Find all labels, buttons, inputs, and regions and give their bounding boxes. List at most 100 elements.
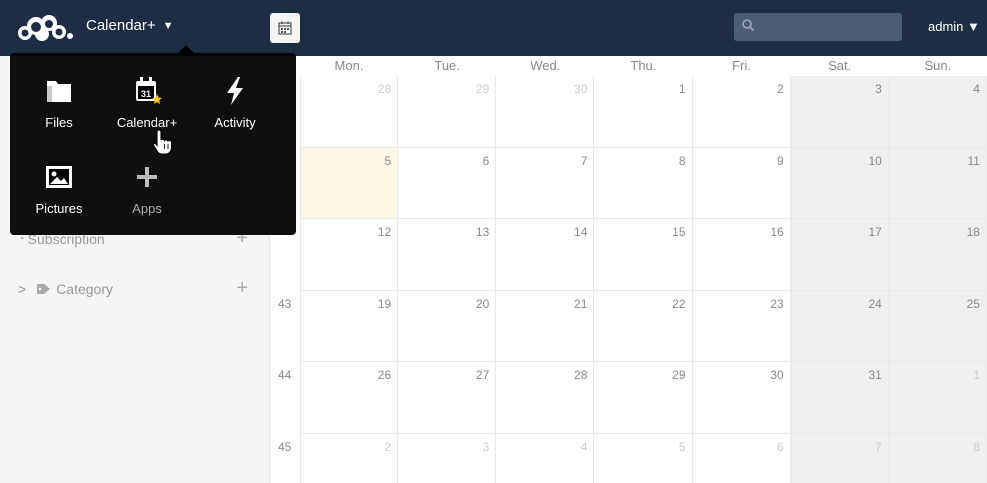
day-cell[interactable]: 5: [300, 147, 399, 220]
week-number: 44: [278, 368, 292, 383]
day-cell[interactable]: 12: [300, 219, 399, 291]
day-cell[interactable]: 2: [300, 434, 399, 483]
day-cell[interactable]: 8: [888, 434, 987, 483]
chevron-right-icon[interactable]: >: [18, 281, 26, 297]
day-number: 4: [580, 440, 588, 454]
day-number: 28: [574, 368, 588, 383]
date-picker-button[interactable]: [270, 13, 300, 43]
day-cell[interactable]: 23: [692, 290, 791, 363]
day-cell[interactable]: 7: [790, 434, 889, 483]
day-cell[interactable]: 6: [693, 434, 791, 483]
day-cell[interactable]: 31: [790, 362, 889, 434]
plus-icon: [137, 167, 157, 187]
day-cell[interactable]: 20: [398, 290, 497, 363]
day-number: 5: [384, 153, 392, 168]
day-number: 11: [967, 153, 980, 168]
day-cell[interactable]: 22: [594, 290, 693, 363]
day-cell[interactable]: 30: [692, 362, 791, 434]
day-cell[interactable]: 3: [398, 434, 497, 483]
day-of-week-header: Mon. Tue. Wed. Thu. Fri. Sat. Sun.: [300, 56, 987, 76]
hand-cursor-icon: [152, 129, 173, 155]
day-cell[interactable]: 14: [496, 219, 595, 291]
day-number: 19: [377, 296, 392, 311]
day-number: 8: [973, 440, 980, 454]
day-number: 16: [770, 225, 784, 240]
sidebar-item-category[interactable]: > Category +: [18, 277, 258, 300]
day-cell[interactable]: 10: [790, 147, 889, 220]
day-cell[interactable]: 29: [594, 362, 693, 434]
day-cell[interactable]: 28: [300, 76, 399, 148]
app-apps[interactable]: Apps: [104, 161, 190, 233]
day-number: 23: [770, 296, 784, 311]
day-number: 17: [868, 225, 882, 240]
day-cell[interactable]: 30: [496, 76, 595, 148]
week-number: 43: [278, 296, 292, 311]
day-number: 20: [475, 296, 490, 311]
day-cell[interactable]: 28: [496, 362, 595, 434]
day-cell[interactable]: 16: [692, 219, 791, 291]
day-cell[interactable]: 5: [594, 434, 693, 483]
app-label: Calendar+: [116, 115, 178, 130]
app-calendar-plus[interactable]: 31 Calendar+: [104, 75, 190, 147]
day-cell[interactable]: 29: [398, 76, 497, 148]
day-number: 8: [678, 153, 686, 168]
day-number: 12: [377, 225, 392, 240]
owncloud-logo[interactable]: [12, 14, 78, 42]
day-cell[interactable]: 7: [496, 147, 595, 220]
day-of-week-label: Tue.: [434, 58, 460, 73]
day-number: 30: [770, 368, 784, 383]
day-cell[interactable]: 1: [888, 362, 987, 434]
menu-pointer: [178, 45, 194, 53]
day-cell[interactable]: 26: [300, 362, 399, 434]
app-label: Apps: [132, 201, 162, 216]
day-number: 2: [776, 82, 784, 96]
app-pictures[interactable]: Pictures: [16, 161, 102, 233]
app-title-label: Calendar+: [86, 17, 156, 34]
svg-text:31: 31: [141, 89, 151, 99]
day-cell[interactable]: 9: [692, 147, 791, 220]
folder-icon: [47, 81, 71, 102]
search-icon: [742, 19, 755, 32]
app-label: Files: [45, 115, 73, 130]
day-cell[interactable]: 4: [888, 76, 987, 148]
day-cell[interactable]: 18: [888, 219, 987, 291]
search-input[interactable]: [734, 13, 902, 41]
day-cell[interactable]: 1: [594, 76, 693, 148]
day-cell[interactable]: 15: [594, 219, 693, 291]
day-cell[interactable]: 17: [790, 219, 889, 291]
day-number: 30: [574, 82, 588, 96]
day-number: 25: [966, 296, 980, 311]
top-header: Calendar+ ▼ admin ▼: [0, 0, 987, 56]
app-switcher[interactable]: Calendar+ ▼: [86, 17, 174, 34]
calendar-star-icon: 31: [136, 77, 162, 104]
day-cell[interactable]: 25: [888, 290, 987, 363]
day-of-week-label: Thu.: [630, 58, 657, 73]
picture-icon: [46, 166, 72, 188]
day-cell[interactable]: 27: [398, 362, 497, 434]
day-number: 24: [868, 296, 882, 311]
day-number: 7: [580, 153, 588, 168]
day-cell[interactable]: 6: [398, 147, 497, 220]
day-cell[interactable]: 24: [790, 290, 889, 363]
add-category-button[interactable]: +: [236, 277, 248, 300]
day-cell[interactable]: 11: [888, 147, 987, 220]
day-cell[interactable]: 21: [496, 290, 595, 363]
day-cell[interactable]: 13: [398, 219, 497, 291]
day-number: 29: [672, 368, 686, 383]
day-number: 31: [868, 368, 882, 383]
day-number: 1: [973, 368, 980, 383]
day-cell[interactable]: 4: [496, 434, 595, 483]
lightning-icon: [227, 77, 243, 105]
day-cell[interactable]: 3: [790, 76, 889, 148]
user-menu[interactable]: admin ▼: [928, 19, 980, 34]
day-number: 22: [672, 296, 686, 311]
app-activity[interactable]: Activity: [192, 75, 278, 147]
month-calendar: 43 44 45 Mon. Tue. Wed. Thu. Fri. Sat. Sun. 28 29…: [270, 56, 987, 483]
day-cell[interactable]: 2: [692, 76, 791, 148]
day-cell[interactable]: 19: [300, 290, 399, 363]
day-number: 13: [475, 225, 490, 240]
day-of-week-label: Wed.: [530, 58, 561, 73]
day-cell[interactable]: 8: [594, 147, 693, 220]
app-files[interactable]: Files: [16, 75, 102, 147]
day-of-week-label: Sun.: [924, 58, 952, 73]
